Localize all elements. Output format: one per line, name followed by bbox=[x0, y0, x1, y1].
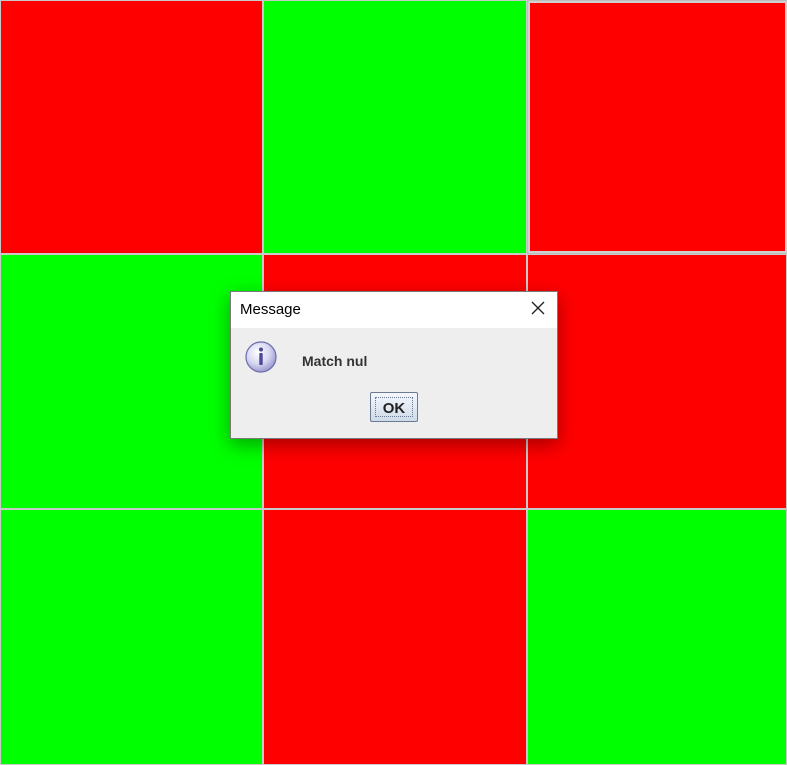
board-cell[interactable] bbox=[528, 1, 787, 253]
ok-button[interactable]: OK bbox=[370, 392, 418, 422]
ok-button-label: OK bbox=[382, 399, 406, 417]
board-cell[interactable] bbox=[0, 0, 263, 254]
board-cell[interactable] bbox=[263, 0, 527, 254]
board-cell[interactable] bbox=[0, 254, 263, 509]
dialog-titlebar[interactable]: Message bbox=[231, 292, 557, 328]
board-cell[interactable] bbox=[0, 509, 263, 765]
board-cell[interactable] bbox=[263, 509, 527, 765]
dialog-title: Message bbox=[240, 301, 301, 318]
info-icon bbox=[244, 340, 278, 374]
dialog-message: Match nul bbox=[302, 353, 368, 369]
message-dialog: Message Match nul OK bbox=[230, 291, 558, 439]
board-cell[interactable] bbox=[527, 509, 787, 765]
close-icon[interactable] bbox=[530, 300, 546, 316]
board-cell[interactable] bbox=[527, 254, 787, 509]
